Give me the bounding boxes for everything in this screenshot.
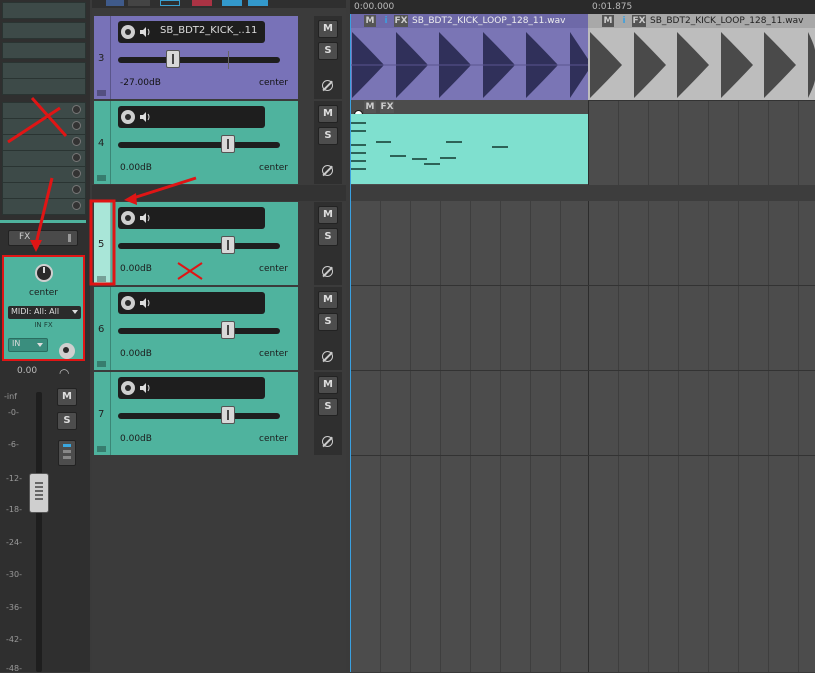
annotation-overlay [7,96,203,286]
